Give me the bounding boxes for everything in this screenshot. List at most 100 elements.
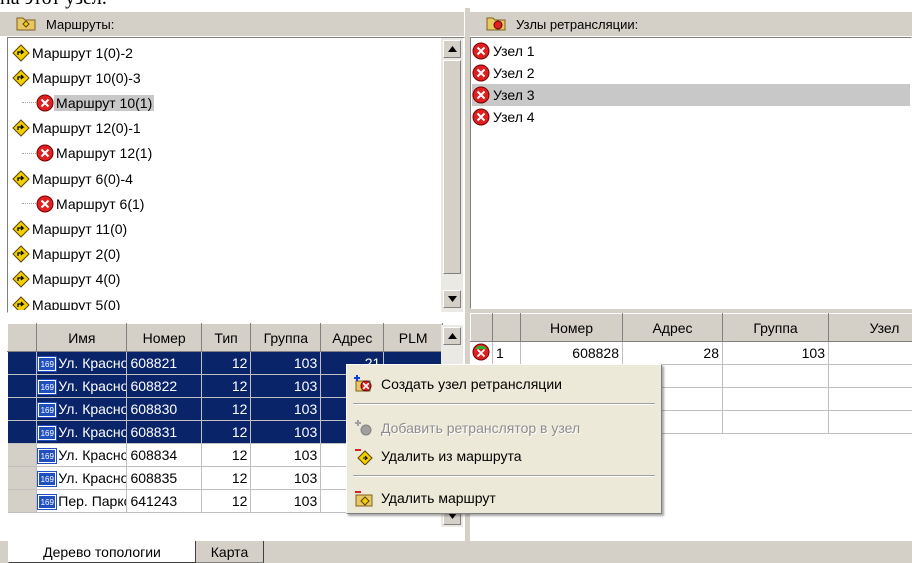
devices-column-header[interactable]: Адрес — [320, 323, 385, 352]
tree-connector-line — [22, 152, 36, 154]
device-type-cell: 12 — [201, 489, 252, 513]
node-index-cell: 1 — [492, 341, 521, 365]
tab-bar: Дерево топологии Карта — [0, 541, 912, 563]
device-group-cell: 103 — [250, 420, 322, 444]
device-counter-icon: 169 — [37, 379, 58, 396]
node-column-header[interactable]: Номер — [520, 313, 623, 342]
menu-item-label: Удалить из маршрута — [381, 448, 522, 464]
device-type-cell: 12 — [201, 397, 252, 421]
route-label: Маршрут 12(1) — [56, 145, 153, 162]
red-x-circle-icon — [472, 108, 490, 126]
arrow-down-icon — [447, 296, 457, 302]
device-name-cell: 169 Ул. Красно — [36, 443, 128, 467]
route-tree-item[interactable]: Маршрут 1(0)-2 — [12, 40, 135, 65]
route-tree-item[interactable]: Маршрут 12(1) — [36, 141, 154, 166]
tab-topology-tree[interactable]: Дерево топологии — [8, 541, 196, 563]
route-tree-item[interactable]: Маршрут 6(0)-4 — [12, 166, 135, 191]
device-name-cell: 169 Ул. Красно — [36, 397, 128, 421]
context-menu: Создать узел ретрансляции Добавить ретра… — [346, 364, 662, 514]
route-tree-item[interactable]: Маршрут 5(0) — [12, 292, 122, 310]
route-tree-item[interactable]: Маршрут 10(0)-3 — [12, 65, 143, 90]
node-node-cell — [828, 341, 912, 365]
devices-column-header[interactable]: Имя — [36, 323, 128, 352]
device-group-cell: 103 — [250, 351, 322, 375]
route-tree-item[interactable]: Маршрут 12(0)-1 — [12, 116, 143, 141]
devices-column-header[interactable]: Тип — [200, 323, 252, 352]
routes-scrollbar[interactable] — [441, 38, 463, 312]
remove-from-route-icon — [353, 445, 375, 467]
red-x-circle-icon — [36, 144, 54, 162]
route-tree-item[interactable]: Маршрут 4(0) — [12, 267, 122, 292]
device-number-cell: 641243 — [126, 489, 202, 513]
device-type-cell: 12 — [201, 420, 252, 444]
node-label: Узел 1 — [493, 43, 535, 59]
menu-separator — [353, 475, 655, 477]
red-x-circle-icon — [36, 94, 54, 112]
nodes-folder-icon — [486, 15, 506, 34]
row-indicator — [7, 420, 38, 444]
device-counter-icon: 169 — [37, 402, 58, 419]
device-name-cell: 169 Ул. Красно — [36, 374, 128, 398]
menu-item-delete-route[interactable]: Удалить маршрут — [349, 485, 659, 511]
create-node-icon — [353, 373, 375, 395]
menu-item-label: Создать узел ретрансляции — [381, 376, 562, 392]
node-list-item[interactable]: Узел 4 — [472, 106, 910, 128]
devices-scroll-up-button[interactable] — [443, 327, 461, 345]
device-group-cell: 103 — [250, 374, 322, 398]
device-type-cell: 12 — [201, 466, 252, 490]
route-tree-item[interactable]: Маршрут 6(1) — [36, 191, 146, 216]
route-label: Маршрут 2(0) — [32, 246, 121, 263]
table-row[interactable]: 1 608828 28 103 — [470, 341, 912, 365]
row-indicator — [7, 489, 38, 513]
node-group-cell — [722, 364, 829, 388]
node-list-item[interactable]: Узел 1 — [472, 40, 910, 62]
route-label: Маршрут 6(1) — [56, 195, 145, 212]
route-tree-item[interactable]: Маршрут 2(0) — [12, 242, 122, 267]
route-tree-item[interactable]: Маршрут 11(0) — [12, 216, 129, 241]
route-diamond-icon — [12, 270, 30, 289]
node-status-cell — [470, 341, 493, 365]
routes-scroll-down-button[interactable] — [443, 290, 461, 308]
devices-column-header[interactable]: PLM — [383, 323, 443, 352]
device-number-cell: 608831 — [126, 420, 202, 444]
devices-column-header[interactable]: Номер — [126, 323, 202, 352]
index-header — [492, 313, 521, 342]
routes-tree[interactable]: Маршрут 1(0)-2 Маршрут 10(0)-3 Маршрут 10(… — [8, 38, 440, 310]
device-number-cell: 608835 — [126, 466, 202, 490]
nodes-panel-title: Узлы ретрансляции: — [516, 16, 639, 32]
node-column-header[interactable]: Адрес — [622, 313, 723, 342]
route-label: Маршрут 6(0)-4 — [32, 170, 133, 187]
red-x-circle-icon — [472, 86, 490, 104]
menu-item-create-node[interactable]: Создать узел ретрансляции — [349, 371, 659, 397]
node-list-item[interactable]: Узел 2 — [472, 62, 910, 84]
device-group-cell: 103 — [250, 466, 322, 490]
node-list-item[interactable]: Узел 3 — [472, 84, 910, 106]
routes-scroll-up-button[interactable] — [443, 40, 461, 58]
routes-scroll-thumb[interactable] — [443, 60, 461, 274]
devices-column-header[interactable]: Группа — [250, 323, 322, 352]
node-column-header[interactable]: Узел — [828, 313, 912, 342]
device-type-cell: 12 — [201, 443, 252, 467]
tab-map[interactable]: Карта — [196, 541, 264, 563]
node-column-header[interactable]: Группа — [722, 313, 829, 342]
nodes-panel-header: Узлы ретрансляции: — [470, 12, 912, 36]
device-group-cell: 103 — [250, 443, 322, 467]
device-number-cell: 608834 — [126, 443, 202, 467]
row-indicator — [7, 443, 38, 467]
routes-panel-title: Маршруты: — [46, 16, 115, 32]
device-counter-icon: 169 — [37, 356, 58, 373]
device-number-cell: 608830 — [126, 397, 202, 421]
node-node-cell — [828, 387, 912, 411]
node-node-cell — [828, 364, 912, 388]
device-type-cell: 12 — [201, 374, 252, 398]
node-status-icon — [472, 343, 490, 361]
tab-label: Дерево топологии — [43, 543, 161, 560]
node-label: Узел 4 — [493, 109, 535, 125]
device-number-cell: 608822 — [126, 374, 202, 398]
menu-item-add-repeater[interactable]: Добавить ретранслятор в узел — [349, 415, 659, 441]
delete-route-icon — [353, 487, 375, 509]
route-label: Маршрут 1(0)-2 — [32, 44, 133, 61]
device-group-cell: 103 — [250, 397, 322, 421]
route-tree-item[interactable]: Маршрут 10(1) — [36, 90, 155, 115]
menu-item-remove-from-route[interactable]: Удалить из маршрута — [349, 443, 659, 469]
